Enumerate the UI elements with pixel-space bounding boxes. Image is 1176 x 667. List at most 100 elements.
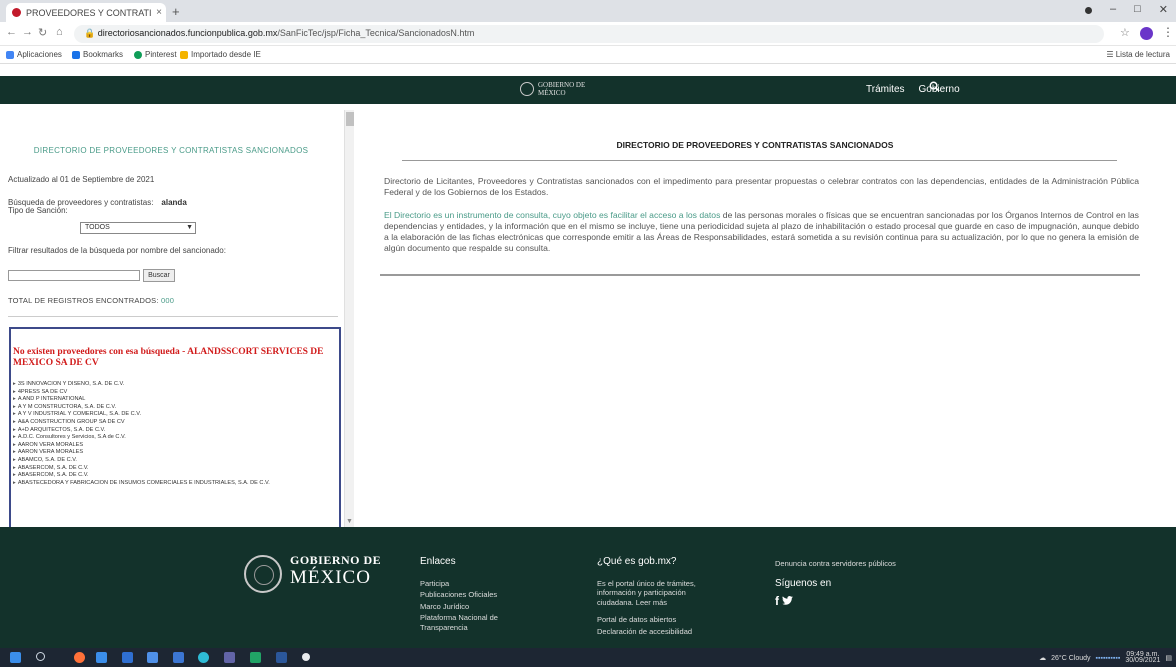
open-data-link[interactable]: Portal de datos abiertos [597,615,696,625]
footer-link[interactable]: Publicaciones Oficiales [420,590,498,600]
edge-icon[interactable] [198,652,209,663]
filter-name-input[interactable] [8,270,140,281]
accessibility-link[interactable]: Declaración de accesibilidad [597,627,696,637]
clock[interactable]: 09:49 a.m. 30/09/2021 [1125,651,1160,664]
search-icon[interactable] [36,652,45,661]
profile-avatar-icon[interactable] [1140,27,1153,40]
photos-icon[interactable] [96,652,107,663]
teams-icon[interactable] [224,652,235,663]
bookmark-pinterest[interactable]: Pinterest [134,50,177,59]
social-icons[interactable]: f [775,594,896,608]
description-highlight[interactable]: El Directorio es un instrumento de consu… [384,210,720,220]
header-nav: Trámites Gobierno [866,84,960,95]
list-item[interactable]: A AND P INTERNATIONAL [13,396,339,404]
bookmark-apps[interactable]: Aplicaciones [6,50,62,59]
sanction-selected-value: TODOS [85,224,110,231]
bookmark-imported[interactable]: Importado desde IE [180,50,261,59]
forward-icon[interactable]: → [22,26,33,38]
footer-logo[interactable]: GOBIERNO DE MÉXICO [290,553,381,588]
windows-taskbar: ☁ 26°C Cloudy ▪▪▪▪▪▪▪▪▪▪ 09:49 a.m. 30/0… [0,648,1176,667]
tab-title: PROVEEDORES Y CONTRATISTAS [26,7,152,18]
no-results-message: No existen proveedores con esa búsqueda … [13,347,324,368]
notifications-icon[interactable]: ▤ [1165,654,1172,662]
list-item[interactable]: ABAMCO, S.A. DE C.V. [13,457,339,465]
reload-icon[interactable]: ↻ [38,26,47,39]
footer-link[interactable]: Transparencia [420,623,498,633]
bookmark-label: Pinterest [145,50,177,59]
footer-link[interactable]: Plataforma Nacional de [420,613,498,623]
store-icon[interactable] [147,652,158,663]
browser-menu-icon[interactable]: ⋮ [1162,25,1174,39]
facebook-icon[interactable]: f [775,594,779,608]
tray-icons[interactable]: ▪▪▪▪▪▪▪▪▪▪ [1096,655,1121,662]
filter-label: Filtrar resultados de la búsqueda por no… [8,246,226,255]
browser-tab[interactable]: PROVEEDORES Y CONTRATISTAS × [6,3,166,22]
list-item[interactable]: 3S INNOVACIÓN Y DISEÑO, S.A. DE C.V. [13,381,339,389]
left-panel-title: DIRECTORIO DE PROVEEDORES Y CONTRATISTAS… [33,146,309,155]
report-link[interactable]: Denuncia contra servidores públicos [775,559,896,569]
weather-icon[interactable]: ☁ [1039,654,1046,662]
search-icon[interactable] [929,81,940,95]
logo-line1: GOBIERNO DE [538,81,586,89]
intro-paragraph: Directorio de Licitantes, Proveedores y … [384,176,1139,197]
total-records: TOTAL DE REGISTROS ENCONTRADOS: 000 [8,296,174,305]
gobierno-logo[interactable]: GOBIERNO DE MÉXICO [520,81,585,97]
bookmark-label: Importado desde IE [191,50,261,59]
back-icon[interactable]: ← [6,26,17,38]
bookmark-star-icon[interactable]: ☆ [1120,26,1130,39]
maximize-icon[interactable]: □ [1134,3,1141,16]
bookmark-icon [72,50,80,59]
list-item[interactable]: ABASERCOM, S.A. DE C.V. [13,472,339,480]
scroll-down-icon[interactable]: ▼ [346,518,353,525]
list-item[interactable]: A Y V INDUSTRIAL Y COMERCIAL, S.A. DE C.… [13,411,339,419]
list-item[interactable]: A.D.C. Consultores y Servicios, S.A de C… [13,434,339,442]
address-bar-row: ← → ↻ ⌂ 🔒 directoriosancionados.funcionp… [0,22,1176,46]
reading-list[interactable]: ☰ Lista de lectura [1106,50,1170,59]
scrollbar-thumb[interactable] [346,112,354,126]
record-icon[interactable] [1085,7,1092,14]
left-panel-scrollbar[interactable]: ▼ [344,110,354,527]
home-icon[interactable]: ⌂ [56,26,63,38]
excel-icon[interactable] [250,652,261,663]
footer-link[interactable]: Participa [420,579,498,589]
list-item[interactable]: ABASTECEDORA Y FABRICACIÓN DE INSUMOS CO… [13,480,339,488]
list-item[interactable]: ABASERCOM, S.A. DE C.V. [13,465,339,473]
national-seal-icon [520,82,534,96]
shield-icon[interactable] [173,652,184,663]
footer-links-title: Enlaces [420,556,456,567]
url-field[interactable]: 🔒 directoriosancionados.funcionpublica.g… [74,25,1104,43]
list-item[interactable]: AARON VERA MORALES [13,449,339,457]
firefox-icon[interactable] [74,652,85,663]
lock-icon: 🔒 [84,28,98,38]
list-item[interactable]: AARON VERA MORALES [13,442,339,450]
chrome-icon[interactable] [302,653,310,661]
list-item[interactable]: A+D ARQUITECTOS, S.A. DE C.V. [13,427,339,435]
windows-start-icon[interactable] [10,652,21,663]
url-host: directoriosancionados.funcionpublica.gob… [97,28,278,38]
about-text-line: información y participación [597,588,686,597]
close-window-icon[interactable]: ✕ [1159,3,1168,16]
footer-about-title: ¿Qué es gob.mx? [597,556,677,567]
files-icon[interactable] [122,652,133,663]
sanction-type-select[interactable]: TODOS ▼ [80,222,196,234]
bookmark-bookmarks[interactable]: Bookmarks [72,50,123,59]
minimize-icon[interactable]: – [1110,3,1116,16]
footer-link[interactable]: Marco Jurídico [420,602,498,612]
footer-logo-line2: MÉXICO [290,567,371,588]
twitter-icon[interactable] [782,596,794,605]
pinterest-icon [134,50,142,59]
filter-search-button[interactable]: Buscar [143,269,175,282]
tab-close-icon[interactable]: × [152,7,166,18]
word-icon[interactable] [276,652,287,663]
search-term: alanda [161,198,187,207]
list-item[interactable]: A&A CONSTRUCTION GROUP SA DE CV [13,419,339,427]
weather-text[interactable]: 26°C Cloudy [1051,655,1090,662]
list-item[interactable]: 4PRESS SA DE CV [13,389,339,397]
new-tab-button[interactable]: + [172,4,180,19]
title-divider [402,160,1117,161]
about-text-line[interactable]: ciudadana. Leer más [597,598,696,608]
divider [8,316,338,317]
nav-tramites[interactable]: Trámites [866,84,905,95]
list-item[interactable]: A Y M CONSTRUCTORA, S.A. DE C.V. [13,404,339,412]
updated-date: Actualizado al 01 de Septiembre de 2021 [8,175,155,184]
